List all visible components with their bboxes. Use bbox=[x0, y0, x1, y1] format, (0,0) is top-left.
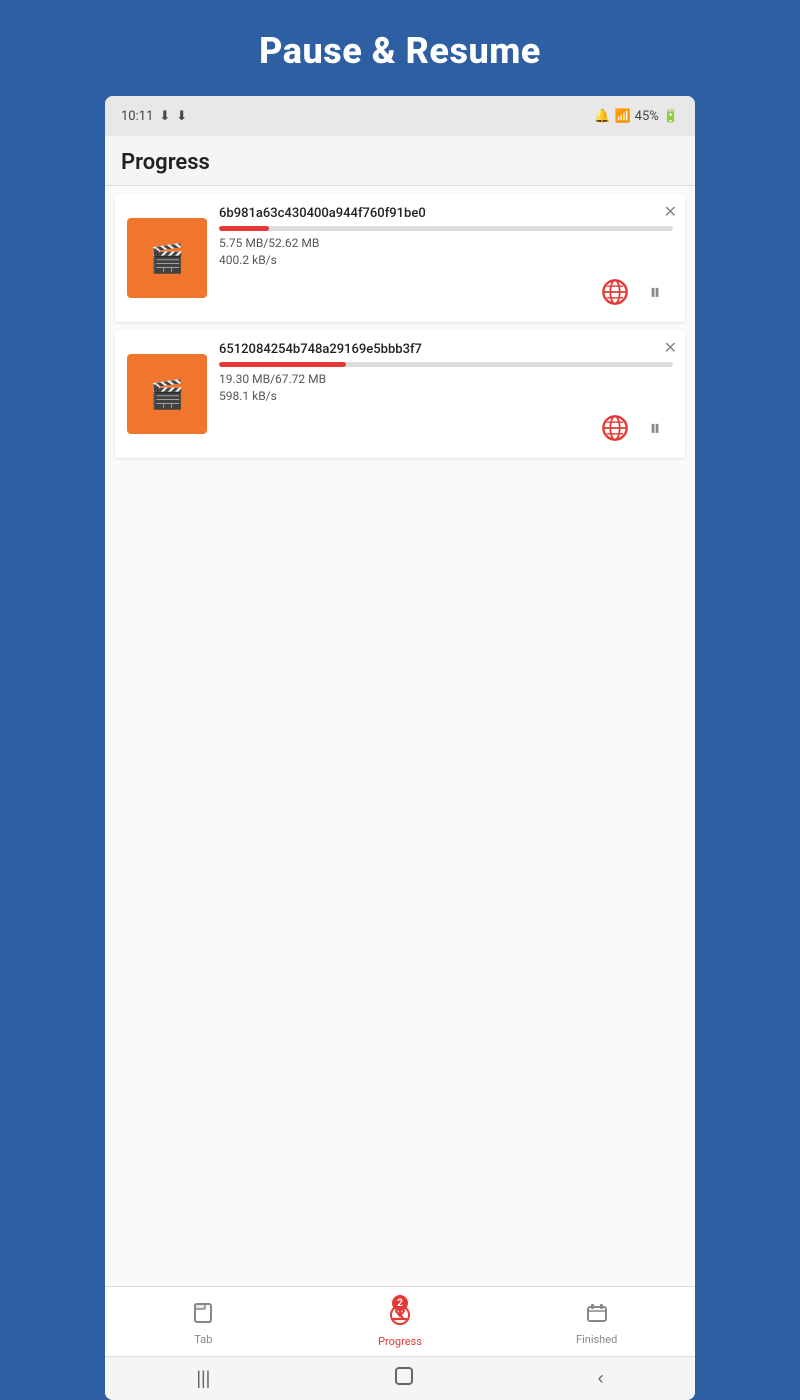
battery-text: 45% bbox=[635, 109, 659, 124]
item-speed-1: 400.2 kB/s bbox=[219, 253, 673, 267]
download-icon-2: ⬇ bbox=[176, 109, 187, 124]
alarm-icon: 🔔 bbox=[594, 109, 610, 124]
close-button-1[interactable]: ✕ bbox=[664, 202, 677, 222]
app-bar-title: Progress bbox=[121, 150, 210, 175]
progress-badge: 2 bbox=[392, 1295, 408, 1311]
nav-label-tab: Tab bbox=[194, 1333, 212, 1346]
status-time: 10:11 bbox=[121, 109, 153, 124]
download-list: 🎬 6b981a63c430400a944f760f91be0 5.75 MB/… bbox=[105, 186, 695, 1286]
nav-item-finished[interactable]: Finished bbox=[567, 1301, 627, 1346]
download-item-2: 🎬 6512084254b748a29169e5bbb3f7 19.30 MB/… bbox=[115, 330, 685, 458]
item-info-1: 6b981a63c430400a944f760f91be0 5.75 MB/52… bbox=[219, 206, 673, 310]
nav-item-tab[interactable]: Tab bbox=[173, 1301, 233, 1346]
item-thumbnail-1: 🎬 bbox=[127, 218, 207, 298]
android-back-btn[interactable]: ‹ bbox=[598, 1368, 604, 1389]
item-actions-1: ⏸ bbox=[597, 274, 673, 310]
item-actions-2: ⏸ bbox=[597, 410, 673, 446]
status-left: 10:11 ⬇ ⬇ bbox=[121, 109, 187, 124]
film-icon-1: 🎬 bbox=[150, 242, 185, 275]
item-filename-2: 6512084254b748a29169e5bbb3f7 bbox=[219, 342, 673, 357]
progress-bar-bg-2 bbox=[219, 362, 673, 367]
item-info-2: 6512084254b748a29169e5bbb3f7 19.30 MB/67… bbox=[219, 342, 673, 446]
bottom-nav: Tab bbox=[105, 1286, 695, 1356]
outer-wrapper: Pause & Resume 10:11 ⬇ ⬇ 🔔 📶 45% 🔋 Progr… bbox=[0, 0, 800, 1400]
pause-button-2[interactable]: ⏸ bbox=[637, 410, 673, 446]
status-right: 🔔 📶 45% 🔋 bbox=[594, 109, 679, 124]
close-button-2[interactable]: ✕ bbox=[664, 338, 677, 358]
item-thumbnail-2: 🎬 bbox=[127, 354, 207, 434]
battery-icon: 🔋 bbox=[663, 109, 679, 124]
item-filename-1: 6b981a63c430400a944f760f91be0 bbox=[219, 206, 673, 221]
download-icon-1: ⬇ bbox=[159, 109, 170, 124]
phone-frame: 10:11 ⬇ ⬇ 🔔 📶 45% 🔋 Progress 🎬 bbox=[105, 96, 695, 1400]
globe-button-2[interactable] bbox=[597, 410, 633, 446]
page-title: Pause & Resume bbox=[259, 30, 541, 72]
nav-label-finished: Finished bbox=[576, 1333, 617, 1346]
globe-button-1[interactable] bbox=[597, 274, 633, 310]
film-icon-2: 🎬 bbox=[150, 378, 185, 411]
download-item-1: 🎬 6b981a63c430400a944f760f91be0 5.75 MB/… bbox=[115, 194, 685, 322]
finished-icon bbox=[585, 1301, 609, 1331]
progress-bar-fill-2 bbox=[219, 362, 346, 367]
item-speed-2: 598.1 kB/s bbox=[219, 389, 673, 403]
progress-bar-bg-1 bbox=[219, 226, 673, 231]
android-nav: ||| ‹ bbox=[105, 1356, 695, 1400]
android-menu-btn[interactable]: ||| bbox=[196, 1368, 210, 1389]
progress-icon bbox=[386, 1308, 414, 1333]
item-size-1: 5.75 MB/52.62 MB bbox=[219, 236, 673, 250]
tab-icon bbox=[191, 1301, 215, 1331]
progress-bar-fill-1 bbox=[219, 226, 269, 231]
nav-label-progress: Progress bbox=[378, 1335, 422, 1348]
status-bar: 10:11 ⬇ ⬇ 🔔 📶 45% 🔋 bbox=[105, 96, 695, 136]
app-bar: Progress bbox=[105, 136, 695, 186]
android-home-btn[interactable] bbox=[393, 1365, 415, 1392]
nav-item-progress[interactable]: 2 Progress bbox=[370, 1299, 430, 1348]
item-size-2: 19.30 MB/67.72 MB bbox=[219, 372, 673, 386]
wifi-icon: 📶 bbox=[614, 109, 630, 124]
pause-button-1[interactable]: ⏸ bbox=[637, 274, 673, 310]
